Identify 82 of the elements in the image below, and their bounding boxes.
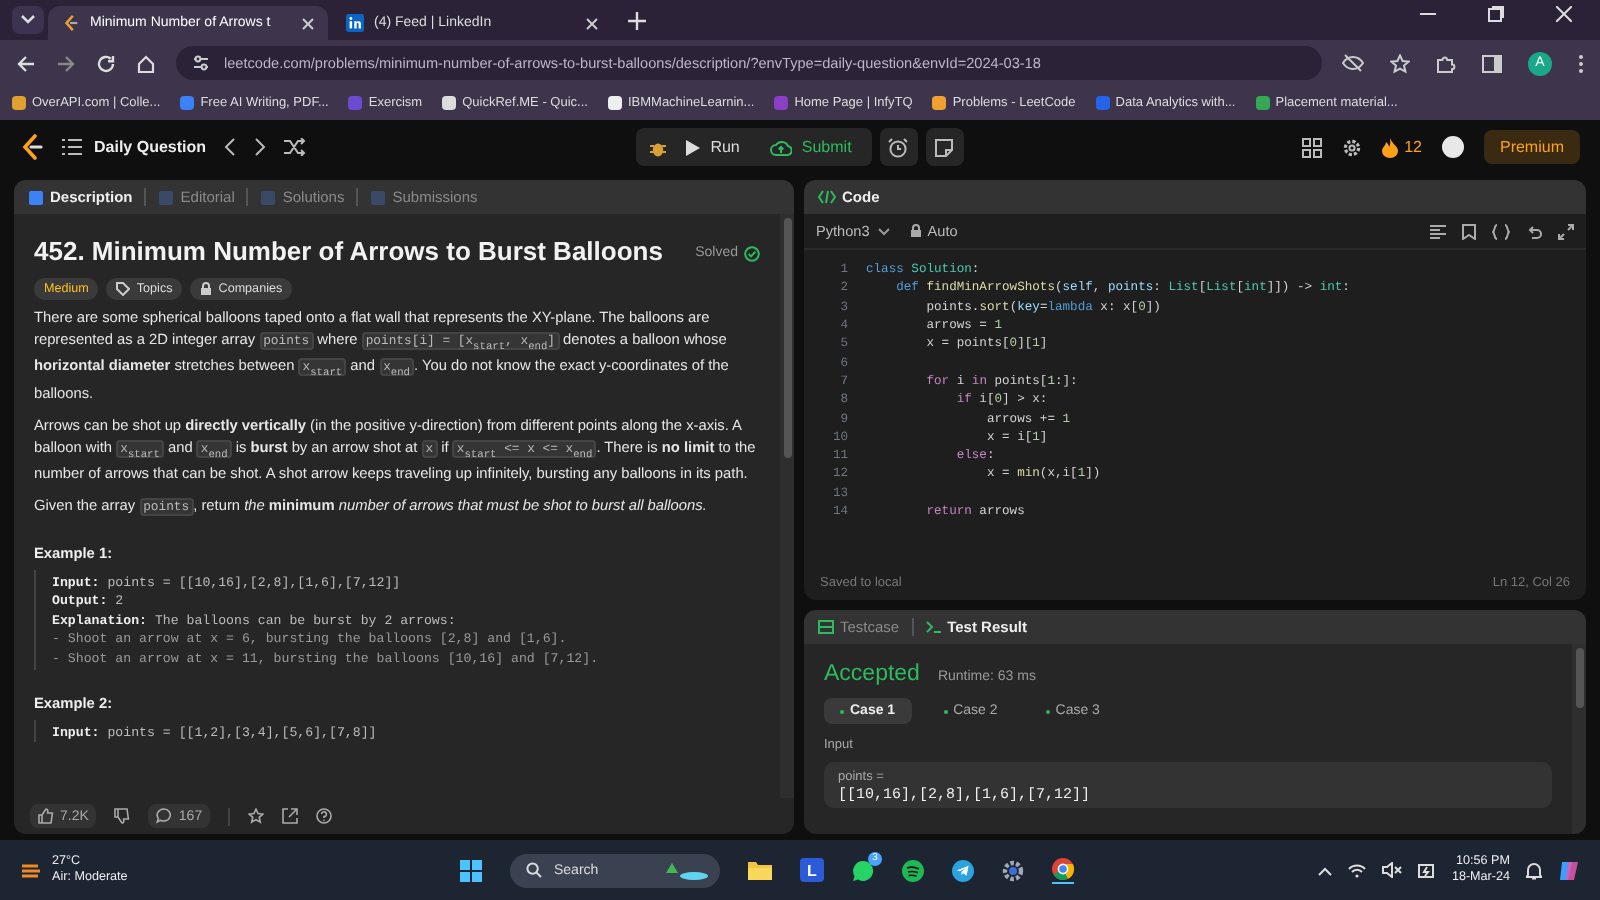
close-icon[interactable] (586, 17, 598, 29)
tag-icon (116, 282, 131, 296)
search-icon (526, 862, 542, 878)
speech-bubble-icon (156, 808, 173, 824)
reload-icon[interactable] (96, 53, 116, 73)
premium-button[interactable]: Premium (1483, 130, 1580, 164)
chevron-down-icon (877, 227, 890, 235)
chevron-up-icon[interactable] (1317, 865, 1332, 875)
scrollbar[interactable] (1572, 644, 1586, 834)
verdict-text: Accepted (824, 662, 920, 686)
undo-icon[interactable] (1526, 223, 1542, 239)
expand-icon[interactable] (1558, 223, 1574, 239)
side-panel-icon[interactable] (1482, 53, 1502, 73)
alarm-clock-icon (888, 137, 909, 157)
settings-icon[interactable] (1002, 859, 1024, 881)
checklist-icon (818, 620, 834, 634)
folder-icon[interactable] (748, 860, 772, 880)
forward-arrow-icon[interactable] (56, 53, 76, 73)
sun-haze-icon (20, 859, 42, 881)
scrollbar[interactable] (780, 214, 794, 798)
home-icon[interactable] (136, 53, 156, 73)
share-icon[interactable] (282, 808, 299, 824)
play-icon (686, 139, 701, 155)
tab-icon (260, 189, 277, 205)
problem-list-title[interactable]: Daily Question (94, 138, 207, 156)
speaker-muted-icon[interactable] (1381, 862, 1402, 878)
leetcode-logo-icon[interactable] (20, 134, 44, 160)
close-icon[interactable] (302, 17, 314, 29)
puzzle-piece-icon[interactable] (1436, 53, 1456, 73)
shuffle-icon[interactable] (284, 138, 307, 156)
settings-icon[interactable] (1342, 137, 1363, 157)
battery-charging-icon[interactable] (1417, 862, 1436, 878)
user-avatar[interactable] (1441, 136, 1464, 158)
note-button[interactable] (925, 128, 964, 166)
previous-icon[interactable] (224, 138, 237, 156)
linkedin-logo-icon (346, 14, 364, 32)
new-tab-icon[interactable] (628, 12, 646, 30)
thumbs-up-icon (38, 808, 54, 824)
browser-logo-icon (1052, 857, 1074, 879)
list-icon[interactable] (62, 138, 82, 156)
star-icon[interactable] (248, 808, 265, 824)
dislike-icon[interactable] (114, 808, 131, 824)
terminal-icon (925, 620, 942, 634)
note-icon (934, 137, 955, 157)
lock-icon (909, 224, 922, 238)
close-icon[interactable] (1556, 6, 1572, 22)
code-brackets-icon (818, 190, 836, 204)
chat-bubble-icon (852, 859, 874, 881)
copilot-icon[interactable] (1558, 859, 1580, 881)
star-icon[interactable] (1390, 53, 1410, 73)
more-options-icon[interactable] (1578, 53, 1584, 73)
tab-icon (158, 189, 175, 205)
start-icon[interactable] (460, 859, 482, 881)
check-circle-icon (744, 245, 760, 261)
flame-icon (1382, 137, 1399, 157)
grid-icon[interactable] (1302, 137, 1323, 157)
tab-search-button[interactable] (12, 6, 44, 34)
leetcode-logo-icon (62, 14, 80, 32)
braces-icon[interactable] (1492, 223, 1510, 239)
alarm-clock-button[interactable] (879, 128, 918, 166)
app-icon[interactable]: L (800, 858, 824, 882)
back-arrow-icon[interactable] (16, 53, 36, 73)
music-app-icon[interactable] (902, 859, 924, 881)
cloud-upload-icon (769, 139, 792, 155)
tab-icon (28, 189, 44, 205)
problem-title: 452. Minimum Number of Arrows to Burst Balloons (34, 236, 663, 266)
restore-icon[interactable] (1488, 6, 1504, 22)
bell-icon[interactable] (1526, 861, 1542, 879)
format-lines-icon[interactable] (1430, 223, 1446, 239)
help-icon[interactable] (316, 808, 333, 824)
streak-counter[interactable]: 12 (1382, 137, 1422, 157)
browser-icon[interactable] (1052, 857, 1074, 883)
landscape-icon (664, 861, 708, 879)
eye-slash-icon[interactable] (1342, 54, 1364, 72)
next-icon[interactable] (254, 138, 267, 156)
paper-plane-icon[interactable] (952, 859, 974, 881)
wifi-icon[interactable] (1347, 863, 1366, 877)
chevron-down-icon (20, 14, 36, 26)
site-settings-icon[interactable] (192, 54, 210, 72)
lock-icon (200, 282, 213, 296)
tab-icon (370, 189, 387, 205)
bookmark-icon[interactable] (1462, 223, 1476, 239)
